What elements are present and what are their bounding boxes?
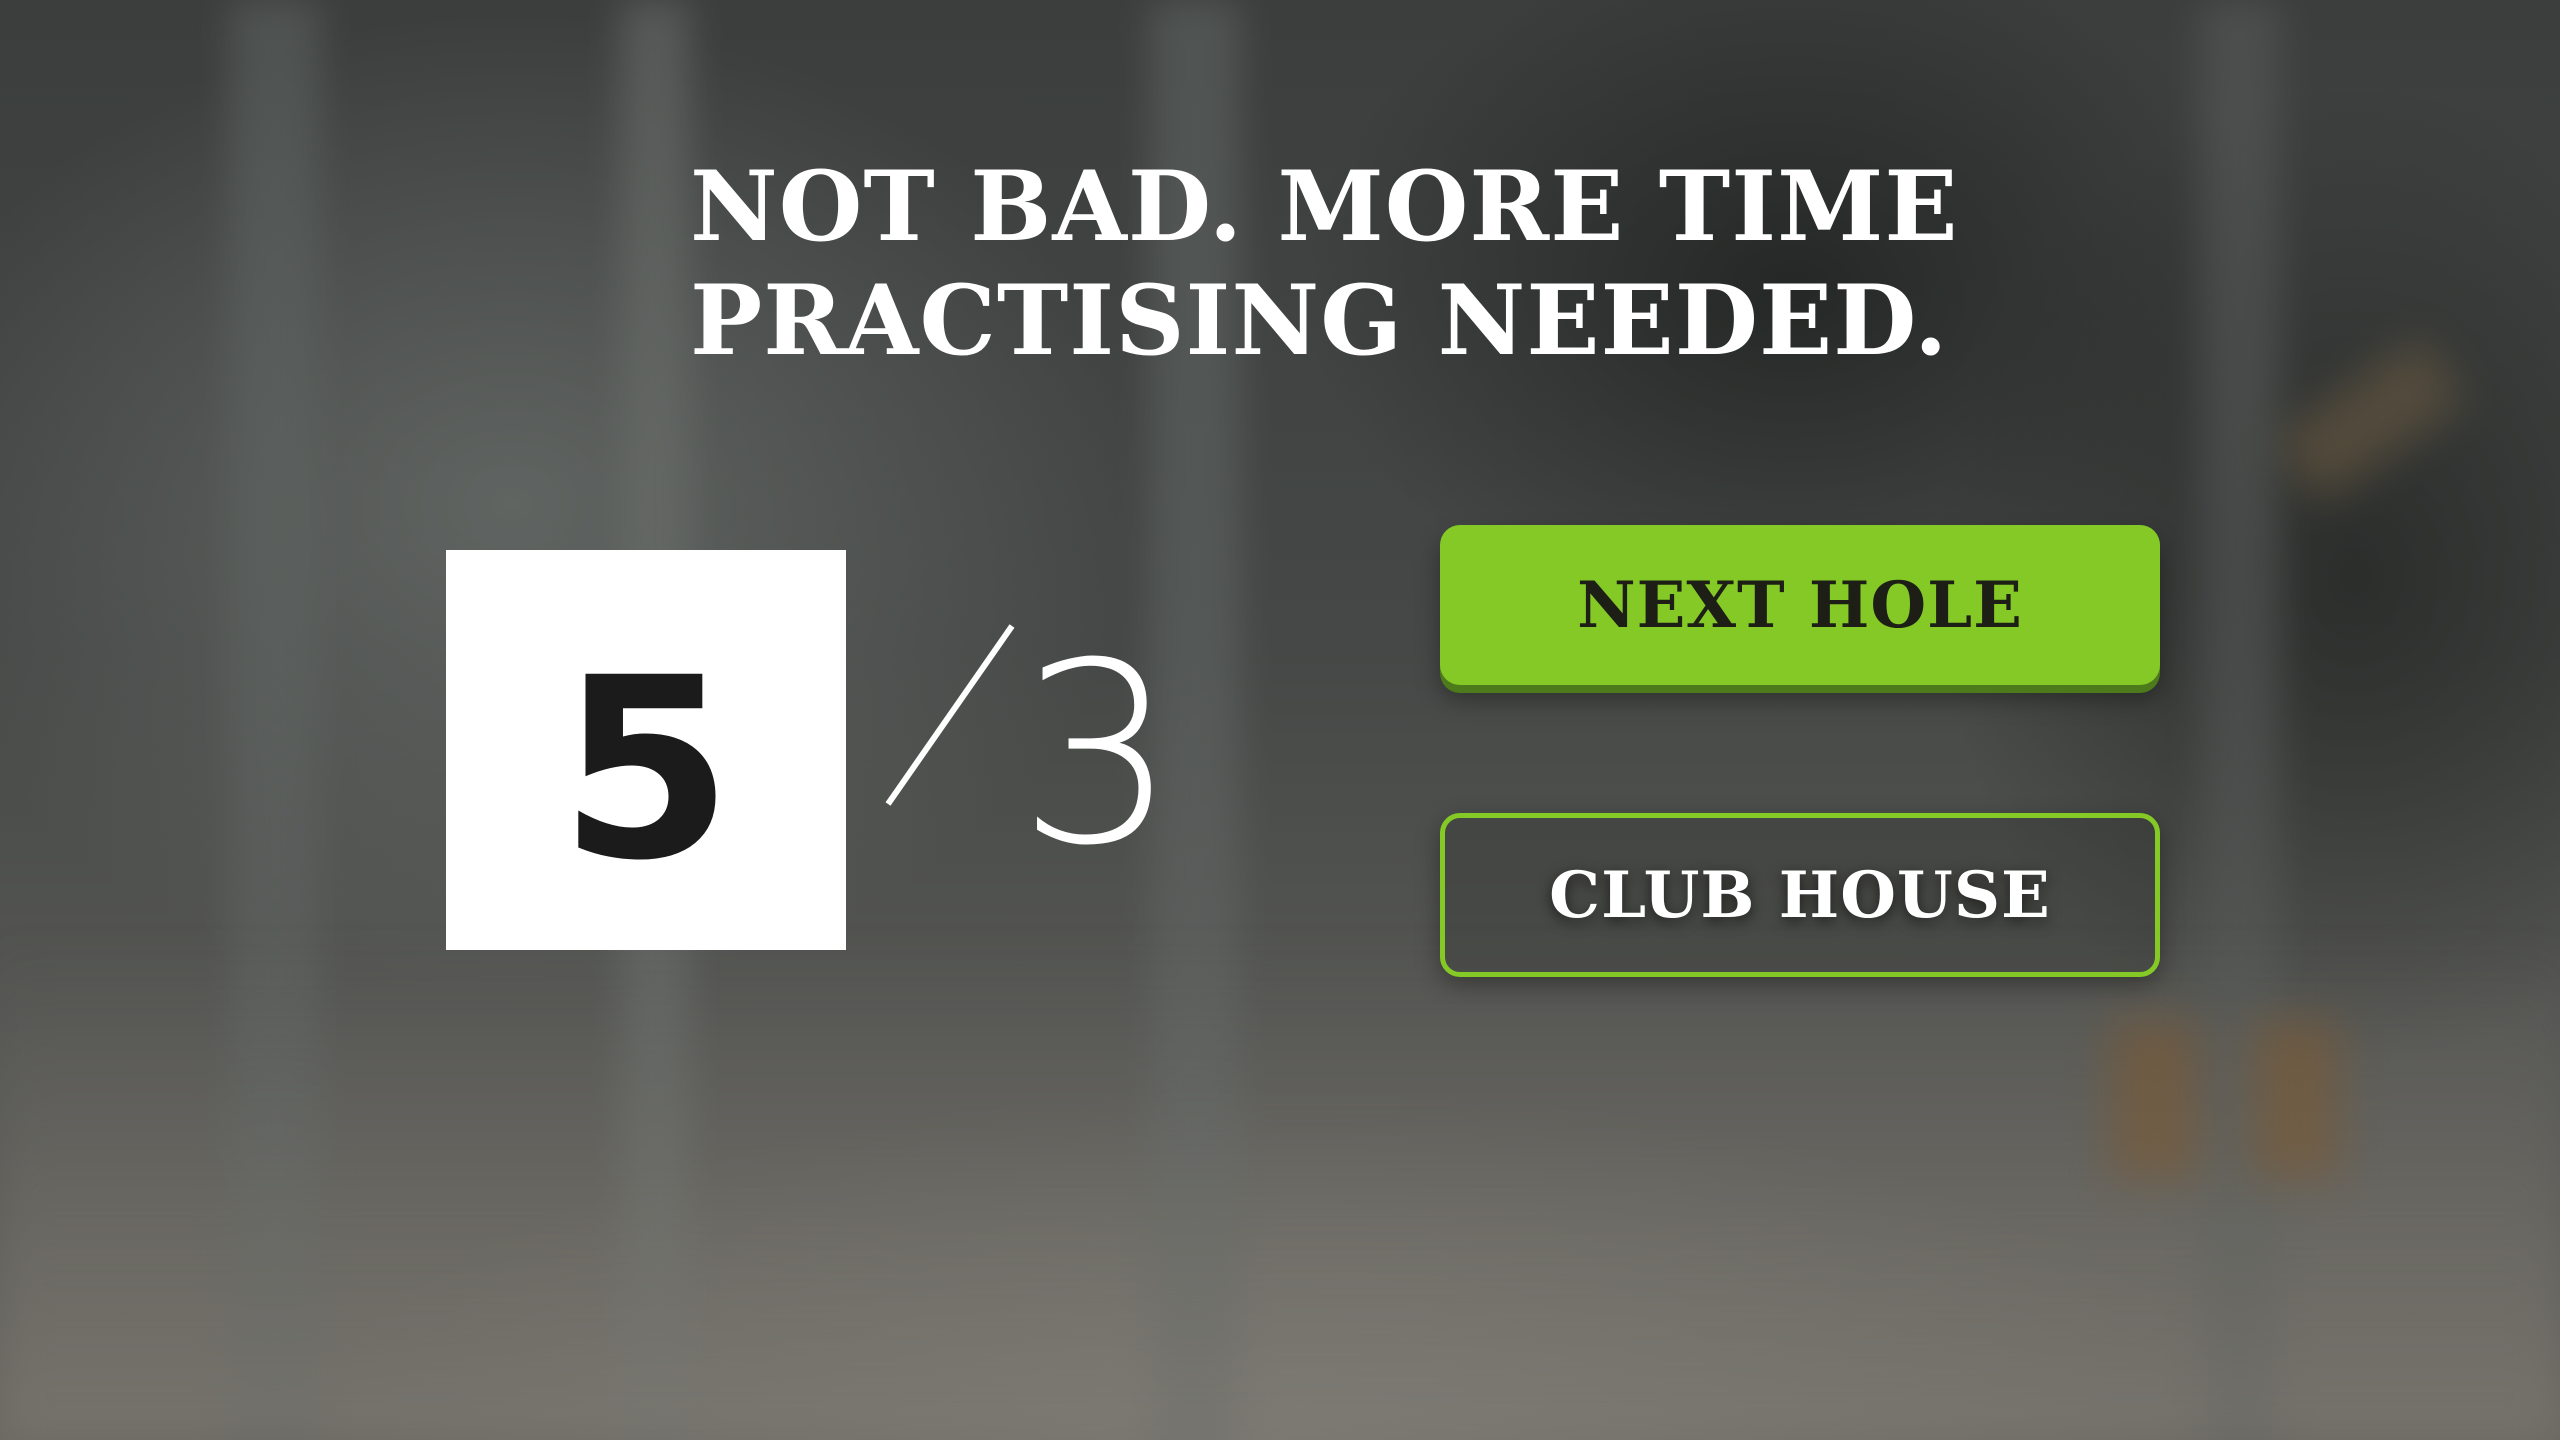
background-floor — [0, 940, 2560, 1440]
next-hole-label: NEXT HOLE — [1577, 567, 2023, 643]
results-screen: NOT BAD. MORE TIME PRACTISING NEEDED. 5 … — [0, 0, 2560, 1440]
stroke-count: 5 — [559, 624, 733, 915]
club-house-button[interactable]: CLUB HOUSE — [1440, 813, 2160, 977]
background-object — [2273, 335, 2467, 505]
club-house-label: CLUB HOUSE — [1549, 857, 2051, 933]
result-message-line-2: PRACTISING NEEDED. — [690, 264, 1949, 377]
background-object — [2110, 1020, 2200, 1180]
par-value: 3 — [1018, 609, 1178, 900]
result-message-line-1: NOT BAD. MORE TIME — [690, 150, 1959, 263]
stroke-count-box: 5 — [446, 550, 846, 950]
background-object — [2250, 1020, 2340, 1180]
next-hole-button[interactable]: NEXT HOLE — [1440, 525, 2160, 685]
result-message: NOT BAD. MORE TIME PRACTISING NEEDED. — [690, 150, 1990, 378]
score-divider-slash — [885, 624, 1015, 806]
